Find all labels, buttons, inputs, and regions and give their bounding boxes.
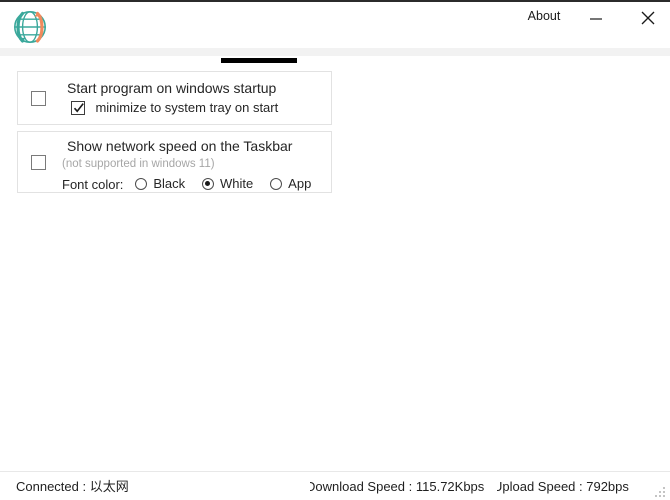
setting-group-taskbar: Show network speed on the Taskbar (not s… [17,131,332,193]
checkmark-icon [73,102,84,113]
minimize-to-tray-row[interactable]: minimize to system tray on start [71,99,278,117]
checkbox-minimize-to-system-tray[interactable] [71,100,85,115]
globe-network-icon [8,8,52,46]
radio-label-white: White [220,176,254,192]
setting-group-startup: Start program on windows startup minimiz… [17,71,332,125]
checkbox-show-network-speed-taskbar[interactable] [31,155,46,170]
radio-option-white[interactable]: White [201,175,254,193]
radio-circle-white[interactable] [201,177,214,190]
checkbox-start-on-windows-startup[interactable] [31,91,46,106]
label-show-network-speed-taskbar: Show network speed on the Taskbar [67,138,293,154]
settings-content-area: Start program on windows startup minimiz… [0,56,670,471]
application-window: 网 速 的 网 速 Start program on windows start… [0,0,670,500]
font-color-radio-group: Font color: Black White App [62,175,323,193]
minimize-icon [590,18,602,20]
radio-circle-app[interactable] [269,177,282,190]
title-bar: About [0,2,670,48]
radio-circle-black[interactable] [134,177,147,190]
status-upload-speed: Upload Speed : 792bps [497,479,629,494]
resize-grip[interactable] [654,486,667,499]
label-minimize-to-system-tray: minimize to system tray on start [95,100,279,116]
active-tab-indicator [221,58,297,63]
label-start-on-windows-startup: Start program on windows startup [67,80,277,96]
about-button[interactable]: About [520,5,568,27]
radio-option-black[interactable]: Black [134,175,186,193]
minimize-button[interactable] [575,4,617,32]
status-bar: Connected : 以太网 Download Speed : 115.72K… [0,471,670,500]
label-font-color: Font color: [62,176,124,192]
close-icon [641,11,655,25]
radio-option-app[interactable]: App [269,175,312,193]
label-taskbar-not-supported: (not supported in windows 11) [62,158,215,170]
radio-label-app: App [288,176,312,192]
close-button[interactable] [627,4,669,32]
status-download-speed: Download Speed : 115.72Kbps [310,479,485,494]
status-connection: Connected : 以太网 [16,479,129,494]
radio-label-black: Black [153,176,186,192]
